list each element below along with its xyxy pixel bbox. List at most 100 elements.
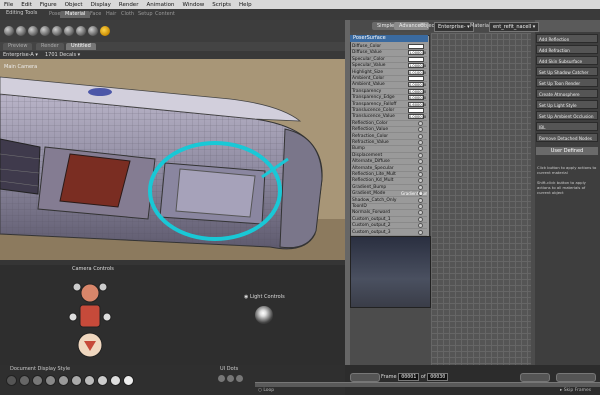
menu-display[interactable]: Display — [87, 2, 115, 8]
shadow-catcher-button[interactable]: Set Up Shadow Catcher — [536, 67, 598, 76]
tab-render[interactable]: Render — [36, 43, 64, 50]
value-field[interactable]: 0.000000 — [408, 95, 426, 101]
shader-node-grid[interactable] — [431, 33, 531, 365]
display-style-texture-shaded-icon[interactable] — [123, 375, 134, 386]
chain-break-tool-icon[interactable] — [64, 26, 74, 36]
color-swatch[interactable] — [408, 108, 424, 113]
input-plug-icon[interactable] — [418, 133, 423, 139]
input-plug-icon[interactable] — [418, 120, 423, 126]
input-plug-icon[interactable] — [418, 127, 423, 133]
ui-dot[interactable] — [236, 375, 243, 382]
play-controls-left[interactable] — [350, 373, 380, 382]
add-reflection-button[interactable]: Add Reflection — [536, 34, 598, 43]
input-plug-icon[interactable] — [418, 229, 423, 235]
play-controls-right[interactable] — [520, 373, 550, 382]
display-style-flat-shaded-icon[interactable] — [71, 375, 82, 386]
actor-select[interactable]: 1701 Decals ▾ — [45, 52, 80, 58]
grouping-tool-icon[interactable] — [88, 26, 98, 36]
color-swatch[interactable] — [408, 56, 424, 62]
3d-viewport[interactable]: Main Camera — [0, 59, 345, 260]
figure-select[interactable]: Enterprise-A ▾ — [3, 52, 38, 58]
display-style-smooth-shaded-icon[interactable] — [110, 375, 121, 386]
menu-help[interactable]: Help — [235, 2, 256, 8]
current-frame-field[interactable]: 00001 — [398, 373, 420, 381]
value-field[interactable]: 0.000000 — [408, 88, 426, 94]
display-style-lit-wireframe-icon[interactable] — [58, 375, 69, 386]
property-label: Custom_output_3 — [352, 229, 391, 235]
add-skin-sss-button[interactable]: Add Skin Subsurface Scattering — [536, 56, 598, 73]
color-swatch[interactable] — [408, 44, 424, 49]
paint-brush-tool-icon[interactable] — [100, 26, 110, 36]
display-style-hidden-line-icon[interactable] — [45, 375, 56, 386]
property-label: Transparency_Edge — [352, 95, 395, 101]
input-plug-icon[interactable] — [418, 204, 423, 209]
timeline-slider[interactable] — [255, 382, 600, 387]
input-plug-icon[interactable] — [418, 184, 423, 190]
value-field[interactable]: 1.000000 — [408, 50, 426, 56]
light-sphere-icon[interactable] — [255, 306, 273, 324]
display-style-flat-lined-icon[interactable] — [84, 375, 95, 386]
input-plug-icon[interactable] — [418, 210, 423, 216]
value-field[interactable]: 0.000000 — [408, 82, 426, 88]
menu-edit[interactable]: Edit — [17, 2, 36, 8]
skip-frames-toggle[interactable]: ▸ Skip Frames — [560, 388, 591, 393]
keyframe-controls[interactable] — [556, 373, 596, 382]
menu-scripts[interactable]: Scripts — [208, 2, 235, 8]
input-plug-icon[interactable] — [418, 197, 423, 203]
input-plug-icon[interactable] — [418, 140, 423, 145]
wizard-note-shift-click: Shift-click button to apply actions to a… — [537, 180, 586, 195]
tab-content[interactable]: Content — [150, 11, 180, 18]
tab-preview[interactable]: Preview — [3, 43, 33, 50]
total-frames-field[interactable]: 00030 — [427, 373, 449, 381]
menu-object[interactable]: Object — [61, 2, 87, 8]
ui-dot[interactable] — [218, 375, 225, 382]
display-style-cartoon-icon[interactable] — [97, 375, 108, 386]
input-plug-icon[interactable] — [418, 178, 423, 184]
ibl-button[interactable]: IBL — [536, 122, 598, 131]
rotate-tool-icon[interactable] — [4, 26, 14, 36]
loop-toggle[interactable]: ○ Loop — [258, 388, 274, 393]
material-select[interactable]: ent_refit_nacell ▾ — [489, 22, 540, 32]
scale-tool-icon[interactable] — [40, 26, 50, 36]
color-tool-icon[interactable] — [76, 26, 86, 36]
menu-window[interactable]: Window — [179, 2, 209, 8]
add-refraction-button[interactable]: Add Refraction — [536, 45, 598, 54]
object-select[interactable]: Enterprise- ▾ — [434, 22, 474, 32]
input-plug-icon[interactable] — [418, 172, 423, 177]
input-plug-icon[interactable] — [418, 165, 423, 171]
value-field[interactable]: 0.000000 — [408, 114, 426, 120]
translate-tool-icon[interactable] — [28, 26, 38, 36]
display-style-outline-icon[interactable] — [19, 375, 30, 386]
input-plug-icon[interactable] — [418, 223, 423, 229]
input-plug-icon[interactable] — [418, 216, 423, 222]
value-field[interactable]: 0.600000 — [408, 101, 426, 107]
create-atmosphere-button[interactable]: Create Atmosphere — [536, 89, 598, 98]
input-plug-icon[interactable] — [418, 159, 423, 165]
value-field[interactable]: 0.010000 — [408, 69, 426, 75]
input-plug-icon[interactable] — [418, 146, 423, 152]
menu-animation[interactable]: Animation — [142, 2, 178, 8]
taper-tool-icon[interactable] — [52, 26, 62, 36]
editing-tools-label: Editing Tools — [6, 10, 38, 16]
color-swatch[interactable] — [408, 76, 424, 81]
tab-untitled[interactable]: Untitled — [66, 43, 96, 50]
menu-file[interactable]: File — [0, 2, 17, 8]
ui-dot[interactable] — [227, 375, 234, 382]
remove-detached-nodes-button[interactable]: Remove Detached Nodes — [536, 133, 598, 142]
light-style-button[interactable]: Set Up Light Style — [536, 100, 598, 109]
twist-tool-icon[interactable] — [16, 26, 26, 36]
menu-render[interactable]: Render — [115, 2, 143, 8]
wizard-note-click: Click button to apply actions to current… — [537, 165, 597, 175]
camera-controls-widget[interactable] — [65, 275, 115, 363]
input-plug-icon[interactable] — [418, 152, 423, 158]
property-row[interactable]: Custom_output_3 — [351, 229, 427, 236]
display-style-silhouette-icon[interactable] — [6, 375, 17, 386]
menu-figure[interactable]: Figure — [36, 2, 61, 8]
value-field[interactable]: 1.000000 — [408, 63, 426, 69]
toon-render-button[interactable]: Set Up Toon Render — [536, 78, 598, 87]
frame-counter: Frame 00001 of 00030 — [381, 373, 449, 381]
ambient-occlusion-button[interactable]: Set Up Ambient Occlusion — [536, 111, 598, 120]
display-style-wireframe-icon[interactable] — [32, 375, 43, 386]
menu-bar: File Edit Figure Object Display Render A… — [0, 0, 600, 9]
user-defined-button[interactable]: User Defined — [536, 147, 598, 155]
